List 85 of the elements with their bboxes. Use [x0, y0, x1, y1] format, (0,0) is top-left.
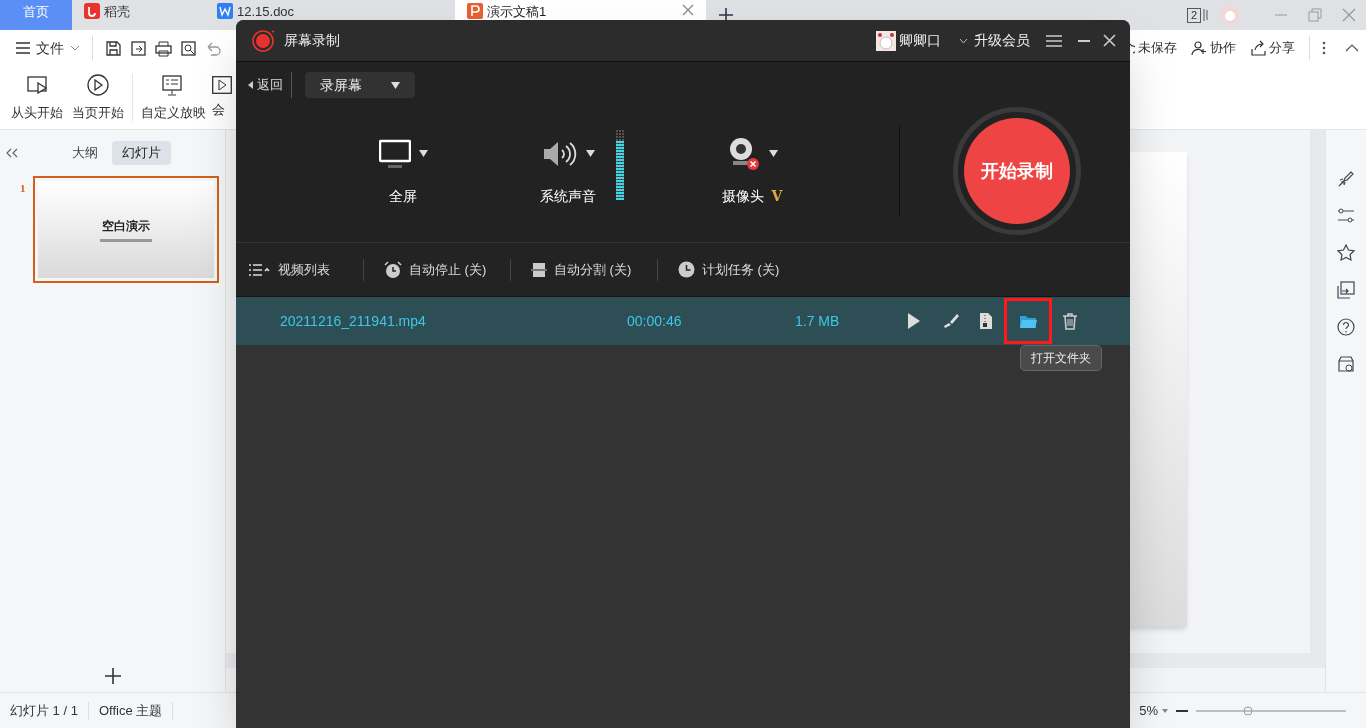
share-icon	[1250, 40, 1266, 56]
menu-icon[interactable]	[1046, 34, 1062, 47]
avatar-icon[interactable]	[876, 30, 896, 51]
ribbon-button[interactable]: 自定义放映	[137, 66, 209, 129]
vip-label: V	[771, 186, 783, 206]
add-user-icon	[1191, 40, 1207, 56]
collapse-panel-icon[interactable]	[6, 148, 18, 158]
file-size: 1.7 MB	[795, 311, 841, 331]
slide-counter: 幻灯片 1 / 1	[9, 701, 79, 720]
sliders-icon[interactable]	[1337, 207, 1355, 225]
slide-title: 空白演示	[102, 218, 150, 235]
browser-tab[interactable]: 稻壳	[72, 0, 205, 30]
caret-down-icon	[418, 150, 428, 157]
caret-down-icon	[585, 150, 595, 157]
stack-icon	[1203, 8, 1208, 22]
option-button[interactable]: 自动停止 (关)	[384, 259, 510, 280]
subtitle-placeholder-drawing	[100, 239, 152, 242]
save-icon[interactable]	[105, 39, 122, 57]
slide-number: 1	[20, 181, 27, 196]
new-tab-icon[interactable]	[719, 8, 733, 22]
file-menu[interactable]: 文件	[16, 37, 80, 59]
user-name[interactable]: 卿卿口	[899, 30, 941, 51]
window-title: 屏幕录制	[284, 31, 340, 50]
zoom-dropdown[interactable]: 5%	[1139, 700, 1168, 721]
toolbar-button[interactable]: 协作	[1191, 38, 1236, 58]
export-icon[interactable]	[130, 39, 147, 57]
alarm-clock-icon	[384, 260, 402, 279]
zip-file-icon	[977, 312, 995, 330]
help-icon[interactable]	[1337, 318, 1355, 336]
caret-down-icon	[768, 150, 778, 157]
zoom-slider-drawing[interactable]	[1196, 705, 1346, 716]
theme-name: Office 主题	[97, 701, 164, 720]
source-button[interactable]: 系统声音	[520, 135, 616, 207]
audio-level-meter	[616, 130, 624, 200]
tooltip: 打开文件夹	[1020, 345, 1102, 371]
document-icon	[217, 3, 233, 19]
ribbon-button[interactable]: 会	[209, 66, 235, 129]
record-button[interactable]: 开始录制	[964, 118, 1070, 224]
panel-tab[interactable]: 幻灯片	[112, 141, 171, 165]
close-icon[interactable]	[1103, 34, 1116, 47]
record-logo-icon	[252, 29, 276, 52]
star-icon[interactable]	[1337, 244, 1355, 262]
panel-tab[interactable]: 大纲	[62, 141, 108, 165]
trash-icon	[1061, 312, 1079, 330]
list-icon	[249, 263, 271, 276]
presentation-icon	[467, 3, 483, 19]
add-slide-icon[interactable]	[104, 668, 121, 684]
ribbon-button[interactable]: 当页开始	[68, 66, 128, 129]
chevron-down-icon	[70, 45, 80, 51]
option-button[interactable]: 计划任务 (关)	[678, 259, 808, 280]
more-icon[interactable]	[1322, 41, 1326, 55]
caret-left-icon	[248, 81, 253, 89]
clock-icon	[678, 261, 695, 278]
play-icon	[85, 72, 111, 97]
video-icon	[212, 75, 232, 94]
print-icon[interactable]	[155, 39, 172, 57]
collapse-icon[interactable]	[1345, 44, 1359, 52]
option-button[interactable]: 视频列表	[249, 259, 363, 280]
vertical-scrollbar[interactable]	[1310, 130, 1325, 653]
file-duration: 00:00:46	[627, 311, 683, 331]
file-name: 20211216_211941.mp4	[280, 311, 427, 331]
ribbon-button[interactable]: 从头开始	[6, 66, 68, 129]
caret-down-icon	[1162, 708, 1168, 713]
print-preview-icon[interactable]	[180, 39, 197, 57]
minimize-icon[interactable]	[1078, 39, 1090, 42]
screen-share-icon[interactable]	[1337, 281, 1355, 299]
toolbar-button[interactable]: 分享	[1250, 38, 1295, 58]
caret-down-icon	[391, 81, 400, 89]
slide-thumbnail[interactable]: 空白演示	[33, 176, 219, 283]
action-button[interactable]	[1004, 298, 1052, 344]
file-row[interactable]: 20211216_211941.mp4 00:00:46 1.7 MB	[236, 297, 1130, 345]
mode-dropdown[interactable]: 录屏幕	[305, 72, 415, 98]
brush-icon	[941, 312, 959, 330]
back-button[interactable]: 返回	[248, 72, 292, 98]
menu-icon	[16, 42, 30, 54]
window-count-button[interactable]: 2	[1186, 0, 1208, 30]
chevron-down-icon	[959, 37, 968, 44]
browser-tab[interactable]: 12.15.doc	[205, 0, 455, 30]
docer-logo-icon	[84, 3, 100, 19]
split-icon	[531, 261, 547, 278]
store-icon[interactable]	[1337, 355, 1355, 373]
option-button[interactable]: 自动分割 (关)	[531, 259, 657, 280]
source-button[interactable]: 全屏	[355, 135, 451, 207]
monitor-icon	[378, 138, 411, 169]
upgrade-button[interactable]: 升级会员	[959, 30, 1030, 51]
